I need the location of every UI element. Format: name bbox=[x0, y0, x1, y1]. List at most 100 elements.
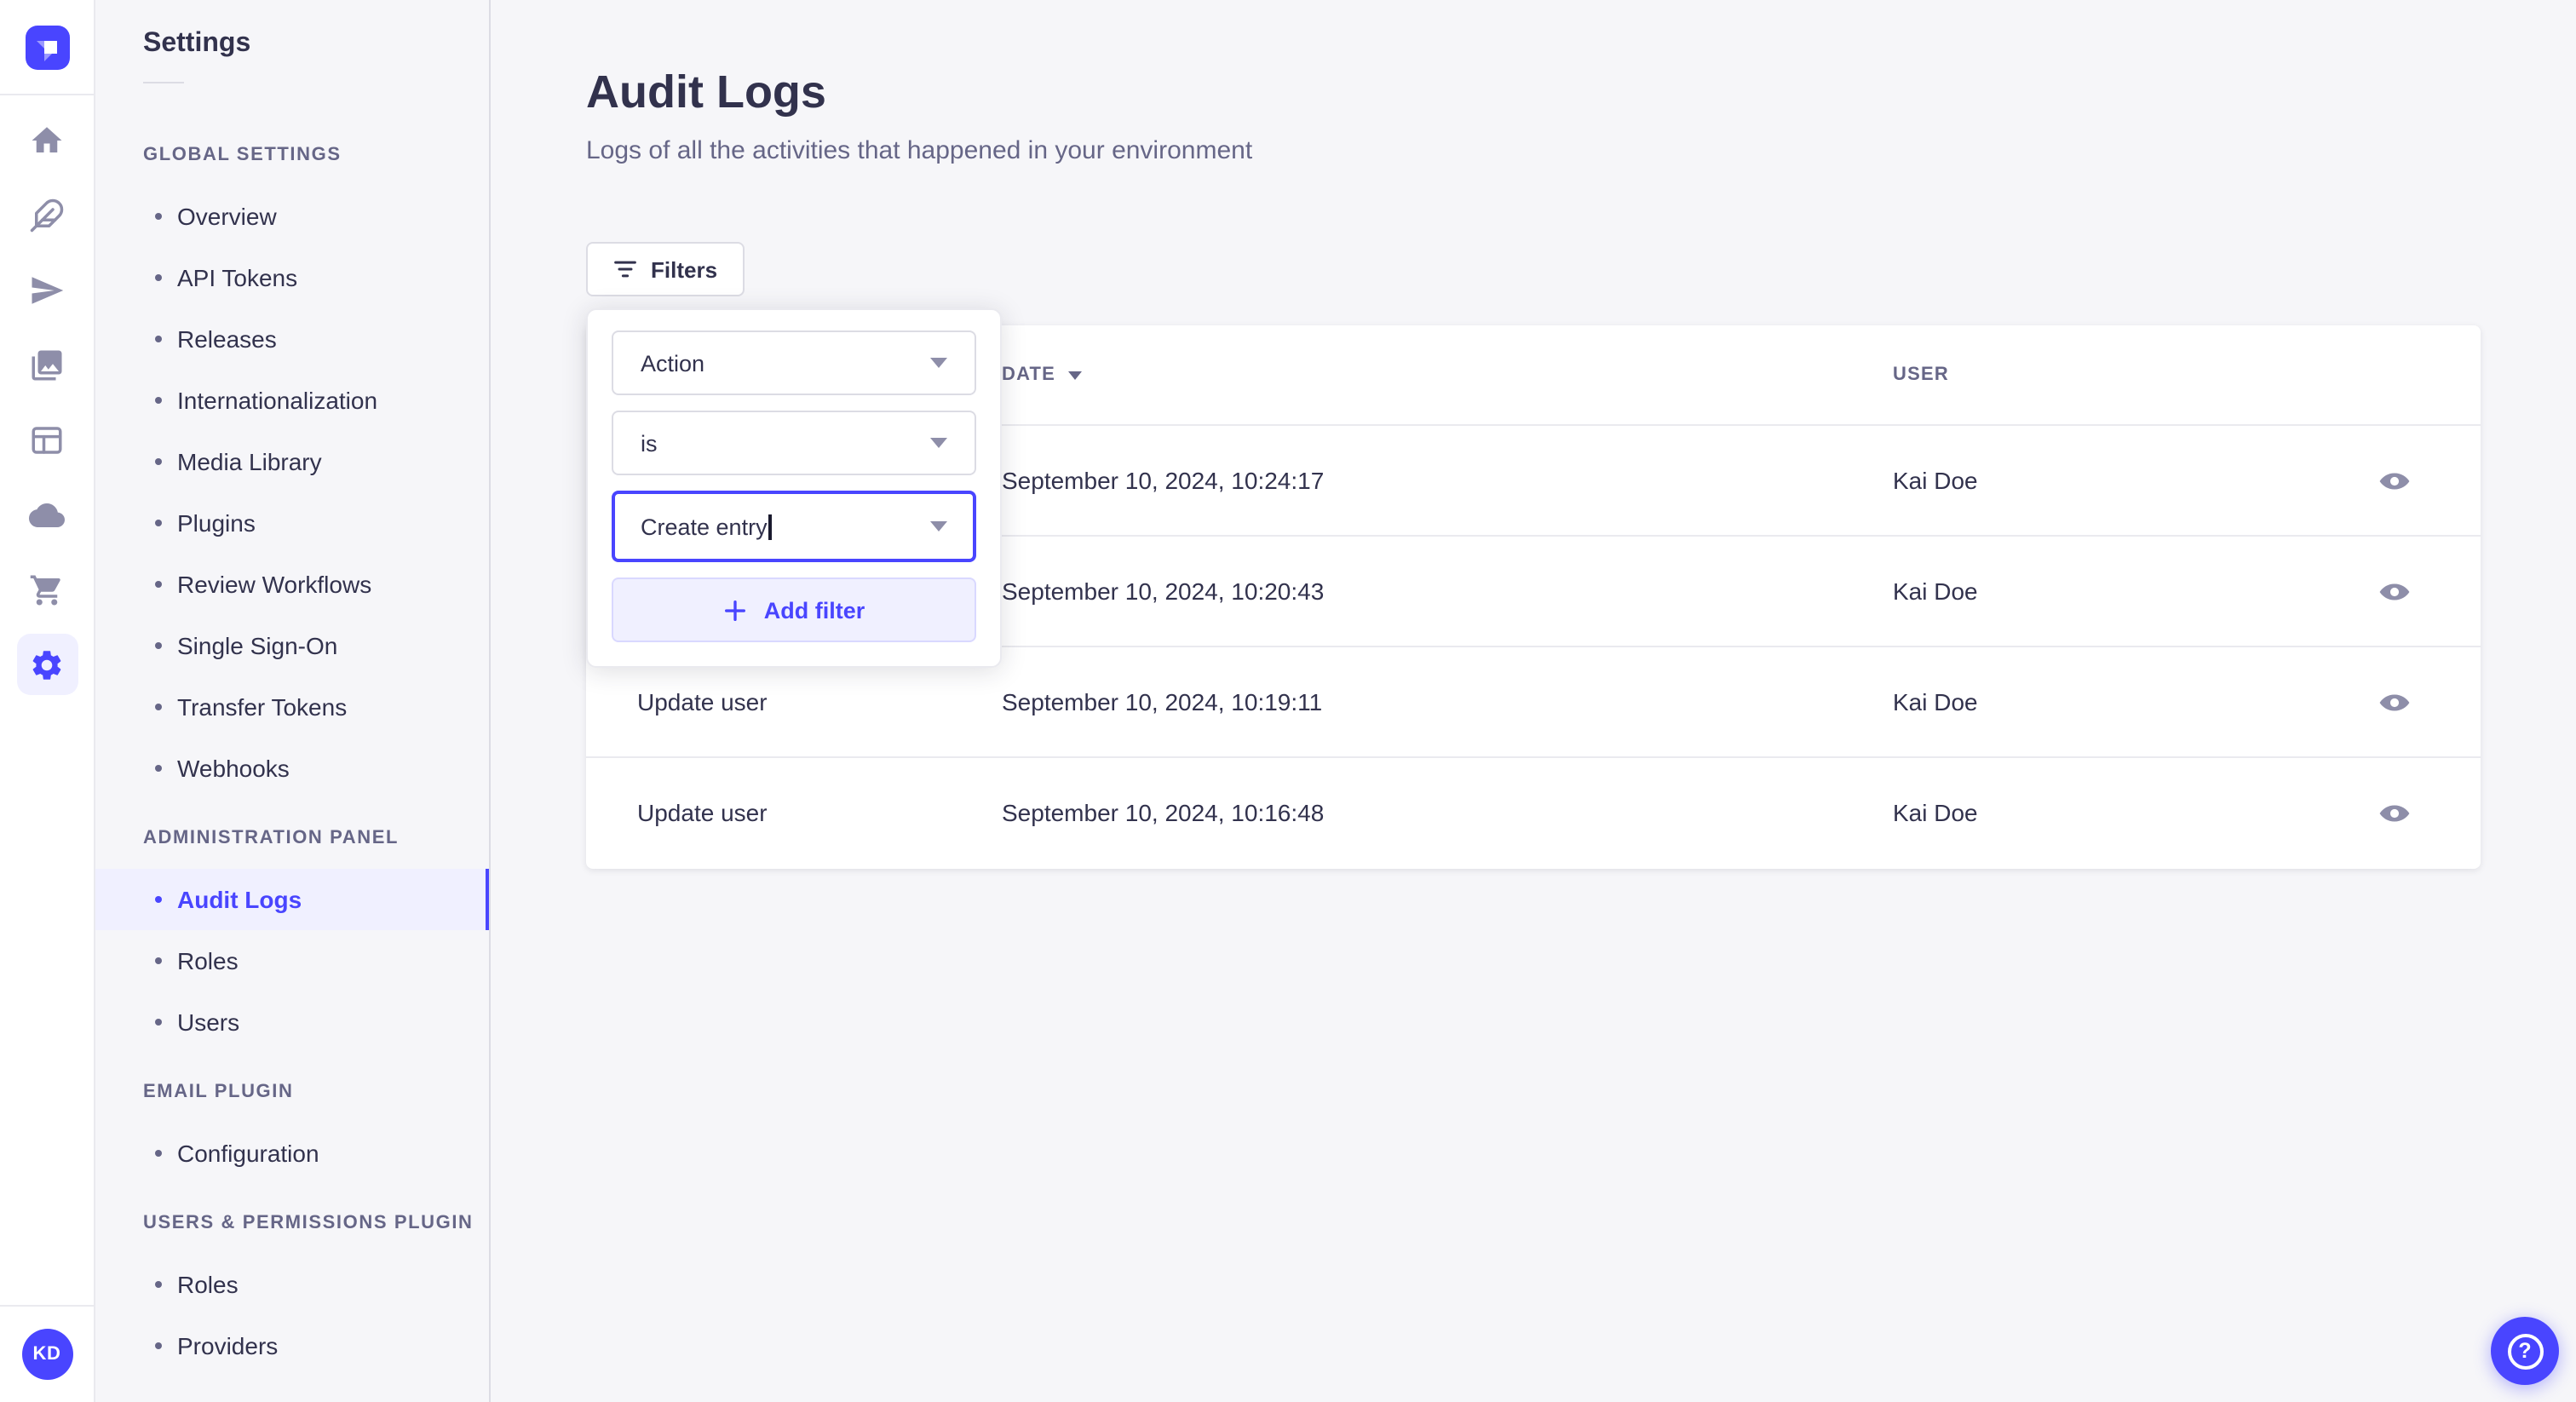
settings-sidebar: Settings GLOBAL SETTINGS Overview API To… bbox=[95, 0, 491, 1402]
layout-icon[interactable] bbox=[16, 409, 78, 470]
bullet-icon bbox=[155, 896, 162, 903]
sidebar-item-roles[interactable]: Roles bbox=[95, 930, 489, 991]
section-label-users-permissions-plugin: USERS & PERMISSIONS PLUGIN bbox=[143, 1213, 474, 1233]
column-header-user: USER bbox=[1893, 365, 1949, 385]
cell-date: September 10, 2024, 10:20:43 bbox=[1002, 577, 1325, 605]
feather-icon[interactable] bbox=[16, 184, 78, 245]
bullet-icon bbox=[155, 1019, 162, 1026]
eye-icon bbox=[2378, 472, 2409, 489]
add-filter-label: Add filter bbox=[763, 597, 865, 623]
bullet-icon bbox=[155, 957, 162, 964]
cell-date: September 10, 2024, 10:19:11 bbox=[1002, 688, 1323, 715]
filter-value-combobox[interactable]: Create entry bbox=[612, 491, 976, 562]
eye-icon bbox=[2378, 693, 2409, 710]
cell-user: Kai Doe bbox=[1893, 799, 1978, 826]
filter-operator-value: is bbox=[641, 430, 658, 456]
cell-user: Kai Doe bbox=[1893, 688, 1978, 715]
bullet-icon bbox=[155, 397, 162, 404]
bullet-icon bbox=[155, 581, 162, 588]
strapi-logo[interactable] bbox=[25, 25, 69, 69]
cell-date: September 10, 2024, 10:24:17 bbox=[1002, 467, 1325, 494]
sidebar-item-review-workflows[interactable]: Review Workflows bbox=[95, 554, 489, 615]
filter-attribute-select[interactable]: Action bbox=[612, 330, 976, 395]
sidebar-item-roles-up[interactable]: Roles bbox=[95, 1254, 489, 1315]
rail-nav bbox=[16, 95, 78, 695]
sidebar-item-providers[interactable]: Providers bbox=[95, 1315, 489, 1376]
sidebar-item-audit-logs[interactable]: Audit Logs bbox=[95, 869, 489, 930]
sidebar-item-webhooks[interactable]: Webhooks bbox=[95, 738, 489, 799]
add-filter-button[interactable]: Add filter bbox=[612, 577, 976, 642]
eye-icon bbox=[2378, 804, 2409, 821]
avatar[interactable]: KD bbox=[21, 1329, 72, 1380]
sidebar-item-transfer-tokens[interactable]: Transfer Tokens bbox=[95, 676, 489, 738]
bullet-icon bbox=[155, 1150, 162, 1157]
bullet-icon bbox=[155, 704, 162, 710]
bullet-icon bbox=[155, 213, 162, 220]
eye-icon bbox=[2378, 583, 2409, 600]
section-label-global-settings: GLOBAL SETTINGS bbox=[143, 145, 342, 165]
view-details-button[interactable] bbox=[2370, 457, 2418, 504]
cart-icon[interactable] bbox=[16, 559, 78, 620]
gear-icon[interactable] bbox=[16, 634, 78, 695]
bullet-icon bbox=[155, 765, 162, 772]
cell-date: September 10, 2024, 10:16:48 bbox=[1002, 799, 1325, 826]
sidebar-item-releases[interactable]: Releases bbox=[95, 308, 489, 370]
filter-operator-select[interactable]: is bbox=[612, 411, 976, 475]
sidebar-item-users[interactable]: Users bbox=[95, 991, 489, 1053]
filter-value-text: Create entry bbox=[641, 514, 772, 539]
column-header-user-label: USER bbox=[1893, 365, 1949, 385]
paper-plane-icon[interactable] bbox=[16, 259, 78, 320]
plus-icon bbox=[725, 600, 746, 620]
bullet-icon bbox=[155, 274, 162, 281]
home-icon[interactable] bbox=[16, 109, 78, 170]
text-cursor bbox=[768, 514, 772, 539]
bullet-icon bbox=[155, 1342, 162, 1349]
bullet-icon bbox=[155, 336, 162, 342]
cell-user: Kai Doe bbox=[1893, 577, 1978, 605]
sidebar-title: Settings bbox=[143, 29, 251, 58]
sidebar-item-overview[interactable]: Overview bbox=[95, 186, 489, 247]
bullet-icon bbox=[155, 642, 162, 649]
bullet-icon bbox=[155, 1281, 162, 1288]
logo-section bbox=[0, 0, 94, 95]
sidebar-item-single-sign-on[interactable]: Single Sign-On bbox=[95, 615, 489, 676]
table-row[interactable]: Update user September 10, 2024, 10:16:48… bbox=[586, 756, 2481, 867]
section-label-email-plugin: EMAIL PLUGIN bbox=[143, 1082, 294, 1102]
filter-popover: Action is Create entry Add filter bbox=[586, 308, 1002, 668]
sidebar-item-internationalization[interactable]: Internationalization bbox=[95, 370, 489, 431]
page-subtitle: Logs of all the activities that happened… bbox=[586, 136, 1253, 165]
sidebar-item-media-library[interactable]: Media Library bbox=[95, 431, 489, 492]
view-details-button[interactable] bbox=[2370, 789, 2418, 836]
sidebar-divider bbox=[143, 82, 184, 83]
cell-action: Update user bbox=[637, 799, 768, 826]
chevron-down-icon bbox=[930, 358, 947, 368]
filters-button[interactable]: Filters bbox=[586, 242, 745, 296]
section-label-administration-panel: ADMINISTRATION PANEL bbox=[143, 828, 400, 848]
bullet-icon bbox=[155, 520, 162, 526]
caret-down-icon bbox=[1067, 371, 1082, 379]
bullet-icon bbox=[155, 458, 162, 465]
cloud-icon[interactable] bbox=[16, 484, 78, 545]
sidebar-item-configuration[interactable]: Configuration bbox=[95, 1123, 489, 1184]
strapi-logo-icon bbox=[36, 40, 56, 60]
page-header: Audit Logs Logs of all the activities th… bbox=[586, 65, 1252, 165]
help-button[interactable]: ? bbox=[2491, 1317, 2559, 1385]
filter-attribute-value: Action bbox=[641, 350, 705, 376]
media-library-icon[interactable] bbox=[16, 334, 78, 395]
column-header-date-label: DATE bbox=[1002, 365, 1056, 385]
view-details-button[interactable] bbox=[2370, 678, 2418, 726]
rail-user-section: KD bbox=[0, 1305, 94, 1402]
question-mark-icon: ? bbox=[2507, 1333, 2543, 1369]
column-header-date[interactable]: DATE bbox=[1002, 365, 1082, 385]
cell-user: Kai Doe bbox=[1893, 467, 1978, 494]
chevron-down-icon bbox=[930, 521, 947, 531]
view-details-button[interactable] bbox=[2370, 567, 2418, 615]
page-title: Audit Logs bbox=[586, 66, 826, 118]
sidebar-item-api-tokens[interactable]: API Tokens bbox=[95, 247, 489, 308]
main-content: Audit Logs Logs of all the activities th… bbox=[491, 0, 2576, 1402]
chevron-down-icon bbox=[930, 438, 947, 448]
sidebar-nav-list: GLOBAL SETTINGS Overview API Tokens Rele… bbox=[95, 124, 489, 1376]
cell-action: Update user bbox=[637, 688, 768, 715]
sidebar-item-plugins[interactable]: Plugins bbox=[95, 492, 489, 554]
filter-icon bbox=[614, 261, 636, 278]
